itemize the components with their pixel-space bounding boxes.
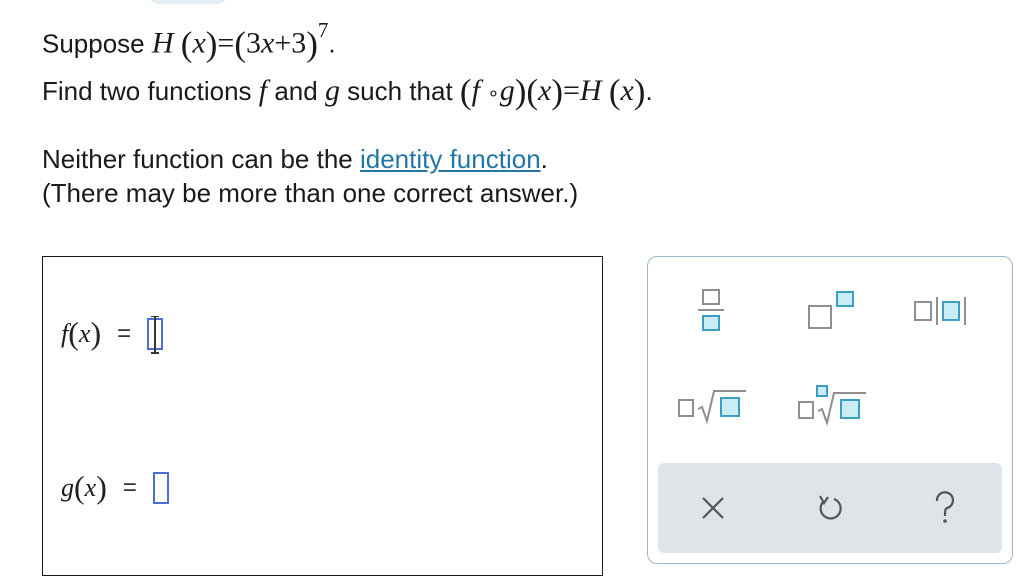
top-tab-indicator xyxy=(150,0,226,4)
fraction-numerator-icon xyxy=(702,289,720,305)
problem-line-2: Find two functions f and g such that (f … xyxy=(42,72,653,111)
problem-line-3: Neither function can be the identity fun… xyxy=(42,144,548,174)
problem-line-1: Suppose H (x)=(3x+3)7. xyxy=(42,18,336,64)
text-caret xyxy=(151,315,160,354)
f-input-slot[interactable] xyxy=(147,315,164,354)
radicand-box-icon xyxy=(840,399,860,419)
base-box-icon xyxy=(808,305,832,329)
left-box-icon xyxy=(914,301,932,321)
g-input-slot[interactable] xyxy=(152,471,169,504)
fraction-button[interactable] xyxy=(696,285,726,339)
h-function-name: H xyxy=(151,26,174,60)
exponent-box-icon xyxy=(836,291,854,307)
radicand-box-icon xyxy=(720,397,740,417)
math-palette xyxy=(647,256,1013,564)
square-root-button[interactable] xyxy=(676,385,750,425)
f-answer-row: f (x) = xyxy=(61,315,164,354)
g-answer-row: g (x) = xyxy=(61,469,169,506)
g-label: g xyxy=(61,472,74,502)
abs-inner-box-icon xyxy=(942,301,960,321)
undo-icon xyxy=(819,495,842,520)
close-icon xyxy=(702,497,724,519)
question-mark-icon xyxy=(935,491,955,523)
nth-root-button[interactable] xyxy=(796,383,870,427)
f-label: f xyxy=(61,318,69,348)
undo-button[interactable] xyxy=(804,483,854,533)
answer-box: f (x) = g (x) = xyxy=(42,256,603,576)
fraction-denominator-icon xyxy=(702,315,720,331)
exponent: 7 xyxy=(317,18,329,42)
clear-button[interactable] xyxy=(688,483,738,533)
palette-tools-bar xyxy=(658,463,1002,553)
superscript-button[interactable] xyxy=(806,287,858,333)
identity-function-link[interactable]: identity function xyxy=(360,144,541,174)
compose-operator: ∘ xyxy=(487,83,500,105)
problem-line-4: (There may be more than one correct answ… xyxy=(42,178,579,208)
absolute-value-button[interactable] xyxy=(912,297,988,327)
help-button[interactable] xyxy=(920,483,970,533)
